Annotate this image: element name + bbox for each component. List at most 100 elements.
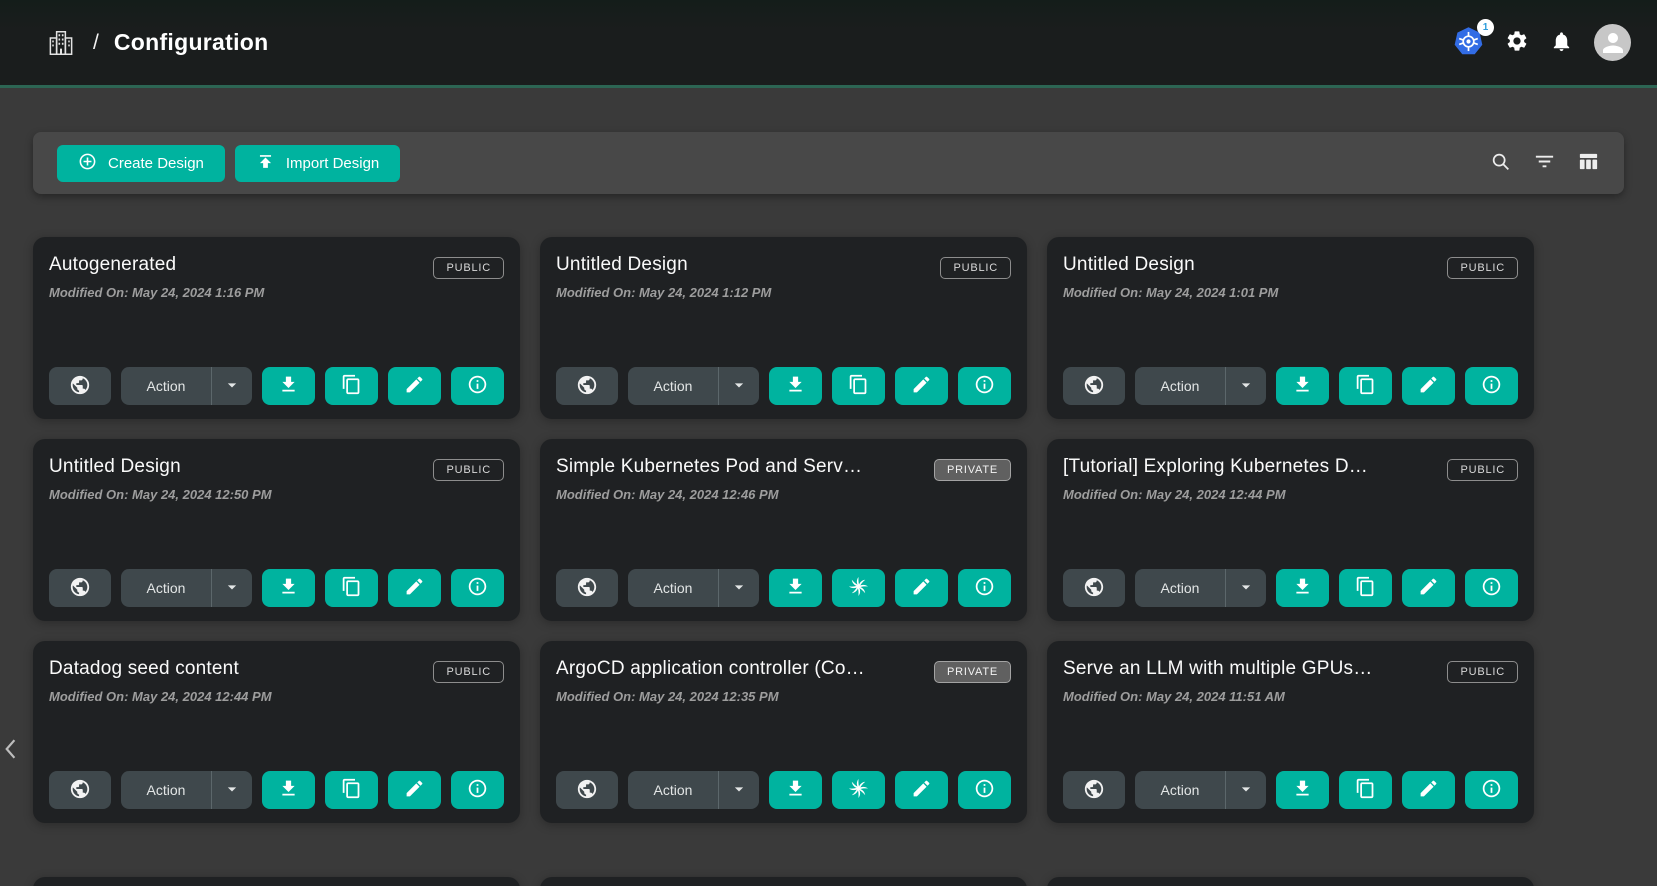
visibility-globe-button[interactable]	[556, 771, 618, 809]
clone-button[interactable]	[1339, 771, 1392, 809]
globe-icon	[576, 374, 598, 399]
action-button[interactable]: Action	[1135, 569, 1226, 607]
action-dropdown-toggle[interactable]	[212, 569, 252, 607]
download-button[interactable]	[1276, 569, 1329, 607]
search-button[interactable]	[1490, 151, 1512, 176]
edit-button[interactable]	[388, 367, 441, 405]
visibility-globe-button[interactable]	[556, 367, 618, 405]
action-dropdown-toggle[interactable]	[719, 569, 759, 607]
action-dropdown-toggle[interactable]	[1226, 569, 1266, 607]
copy-icon	[1355, 374, 1376, 398]
design-card-header: Untitled Design Modified On: May 24, 202…	[49, 456, 504, 502]
globe-icon	[1083, 374, 1105, 399]
clone-button[interactable]	[832, 771, 885, 809]
visibility-globe-button[interactable]	[556, 569, 618, 607]
action-dropdown-toggle[interactable]	[719, 367, 759, 405]
design-card-titles: Datadog seed content Modified On: May 24…	[49, 658, 272, 704]
action-split-button: Action	[121, 569, 252, 607]
edit-button[interactable]	[1402, 771, 1455, 809]
edit-button[interactable]	[388, 569, 441, 607]
info-button[interactable]	[958, 771, 1011, 809]
avatar[interactable]	[1594, 24, 1631, 61]
filter-button[interactable]	[1533, 150, 1556, 176]
download-button[interactable]	[262, 771, 315, 809]
edit-button[interactable]	[1402, 569, 1455, 607]
info-button[interactable]	[1465, 569, 1518, 607]
visibility-globe-button[interactable]	[1063, 367, 1125, 405]
notifications-button[interactable]	[1550, 30, 1573, 56]
table-view-button[interactable]	[1577, 150, 1600, 176]
visibility-badge: PUBLIC	[1447, 661, 1518, 683]
design-card-actions: Action	[556, 367, 1011, 405]
info-button[interactable]	[451, 367, 504, 405]
design-card-header: Serve an LLM with multiple GPUs… Modifie…	[1063, 658, 1518, 704]
action-button[interactable]: Action	[628, 569, 719, 607]
page-title: Configuration	[114, 29, 269, 56]
building-icon	[46, 28, 76, 58]
clone-button[interactable]	[325, 771, 378, 809]
download-button[interactable]	[1276, 771, 1329, 809]
action-button[interactable]: Action	[1135, 367, 1226, 405]
design-card-titles: ArgoCD application controller (Co… Modif…	[556, 658, 865, 704]
clone-button[interactable]	[832, 367, 885, 405]
clone-button[interactable]	[832, 569, 885, 607]
action-dropdown-toggle[interactable]	[719, 771, 759, 809]
design-card-titles: Simple Kubernetes Pod and Serv… Modified…	[556, 456, 862, 502]
action-button[interactable]: Action	[628, 367, 719, 405]
action-dropdown-toggle[interactable]	[212, 367, 252, 405]
create-design-button[interactable]: Create Design	[57, 145, 225, 182]
info-icon	[467, 374, 488, 398]
download-button[interactable]	[769, 771, 822, 809]
visibility-globe-button[interactable]	[49, 771, 111, 809]
clone-button[interactable]	[1339, 367, 1392, 405]
design-card-titles: Serve an LLM with multiple GPUs… Modifie…	[1063, 658, 1372, 704]
kubernetes-context-button[interactable]: 1	[1453, 26, 1484, 60]
info-button[interactable]	[958, 569, 1011, 607]
action-button[interactable]: Action	[121, 367, 212, 405]
download-button[interactable]	[1276, 367, 1329, 405]
gear-icon	[1505, 29, 1529, 56]
info-button[interactable]	[958, 367, 1011, 405]
globe-icon	[576, 576, 598, 601]
design-card-actions: Action	[1063, 367, 1518, 405]
settings-button[interactable]	[1505, 29, 1529, 56]
download-button[interactable]	[769, 569, 822, 607]
design-card: [Tutorial] Exploring Kubernetes D… Modif…	[1047, 439, 1534, 621]
action-button[interactable]: Action	[1135, 771, 1226, 809]
visibility-globe-button[interactable]	[49, 569, 111, 607]
design-card-header: [Tutorial] Exploring Kubernetes D… Modif…	[1063, 456, 1518, 502]
sidebar-collapse-button[interactable]	[1, 736, 19, 765]
action-button[interactable]: Action	[121, 771, 212, 809]
add-circle-icon	[78, 152, 97, 175]
action-dropdown-toggle[interactable]	[1226, 367, 1266, 405]
clone-button[interactable]	[325, 569, 378, 607]
edit-button[interactable]	[895, 367, 948, 405]
visibility-globe-button[interactable]	[49, 367, 111, 405]
download-button[interactable]	[262, 569, 315, 607]
download-button[interactable]	[262, 367, 315, 405]
info-button[interactable]	[1465, 367, 1518, 405]
clone-button[interactable]	[325, 367, 378, 405]
design-card-actions: Action	[1063, 569, 1518, 607]
design-title: [Tutorial] Exploring Kubernetes D…	[1063, 456, 1368, 478]
design-modified-date: Modified On: May 24, 2024 12:35 PM	[556, 689, 865, 704]
clone-button[interactable]	[1339, 569, 1392, 607]
edit-button[interactable]	[895, 569, 948, 607]
edit-button[interactable]	[388, 771, 441, 809]
import-design-button[interactable]: Import Design	[235, 145, 400, 182]
visibility-globe-button[interactable]	[1063, 771, 1125, 809]
download-button[interactable]	[769, 367, 822, 405]
action-button[interactable]: Action	[121, 569, 212, 607]
breadcrumb: / Configuration	[46, 28, 269, 58]
edit-button[interactable]	[895, 771, 948, 809]
info-button[interactable]	[451, 569, 504, 607]
info-button[interactable]	[451, 771, 504, 809]
design-title: Untitled Design	[49, 456, 272, 478]
edit-button[interactable]	[1402, 367, 1455, 405]
info-button[interactable]	[1465, 771, 1518, 809]
action-button[interactable]: Action	[628, 771, 719, 809]
visibility-globe-button[interactable]	[1063, 569, 1125, 607]
action-dropdown-toggle[interactable]	[212, 771, 252, 809]
design-card: Autogenerated Modified On: May 24, 2024 …	[33, 237, 520, 419]
action-dropdown-toggle[interactable]	[1226, 771, 1266, 809]
